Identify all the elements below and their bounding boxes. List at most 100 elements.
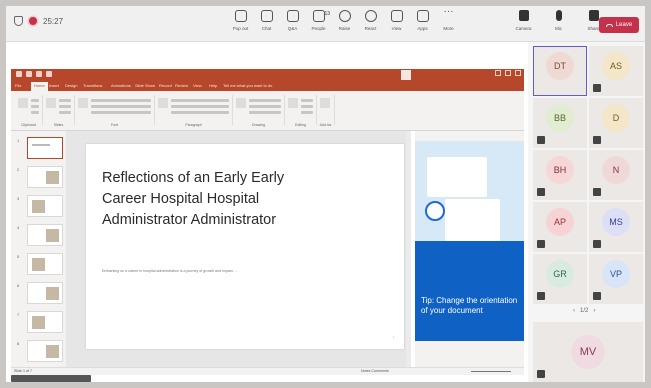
ribbon-command[interactable] (31, 111, 39, 114)
undo-icon[interactable] (26, 71, 32, 77)
participant-tile[interactable]: AS (589, 46, 643, 96)
participant-tile[interactable]: AP (533, 202, 587, 252)
ribbon-command[interactable] (59, 99, 71, 102)
ribbon-command[interactable] (31, 99, 39, 102)
participant-tile[interactable]: N (589, 150, 643, 200)
ribbon-tab[interactable]: Tell me what you want to do (223, 83, 272, 88)
participant-tile[interactable]: MV (533, 322, 643, 382)
slide-thumbnail[interactable]: 7 (17, 311, 63, 333)
people-button[interactable]: 13 People (306, 10, 331, 31)
ribbon-command[interactable] (59, 111, 71, 114)
qa-button[interactable]: Q&A (280, 10, 305, 31)
close-icon[interactable] (515, 70, 521, 76)
ribbon-command[interactable] (91, 105, 151, 108)
slide-title[interactable]: Reflections of an Early Early Career Hos… (102, 168, 322, 231)
ribbon-command[interactable] (91, 111, 151, 114)
mic-button[interactable]: Mic (541, 10, 576, 31)
camera-button[interactable]: Camera (506, 10, 541, 31)
ribbon-tab[interactable]: File (15, 83, 21, 88)
restore-icon[interactable] (505, 70, 511, 76)
participant-avatar: VP (602, 260, 630, 288)
raise-hand-button[interactable]: Raise (332, 10, 357, 31)
ribbon-command[interactable] (301, 105, 313, 108)
camera-icon (518, 10, 529, 21)
participant-avatar: D (602, 104, 630, 132)
current-slide[interactable]: Reflections of an Early Early Career Hos… (86, 144, 404, 349)
slide-thumbnail[interactable]: 3 (17, 195, 63, 217)
ribbon-tab[interactable]: Insert (49, 83, 59, 88)
ribbon-command-icon[interactable] (236, 98, 246, 108)
ribbon-command-icon[interactable] (46, 98, 56, 108)
slide-thumbnail[interactable]: 2 (17, 166, 63, 188)
tool-label: React (364, 26, 377, 31)
slide-thumbnail[interactable]: 5 (17, 253, 63, 275)
participant-tile[interactable]: VP (589, 254, 643, 304)
participant-initials: BB (553, 113, 566, 123)
slide-thumbnail[interactable]: 1 (17, 137, 63, 159)
ribbon-command[interactable] (249, 99, 281, 102)
ribbon-command-icon[interactable] (18, 98, 28, 108)
leave-button[interactable]: Leave (599, 17, 639, 33)
react-button[interactable]: React (358, 10, 383, 31)
ribbon-command[interactable] (249, 111, 281, 114)
share-icon (588, 10, 599, 21)
powerpoint-titlebar (11, 69, 524, 81)
tool-label: Q&A (287, 26, 298, 31)
gallery-pager[interactable]: ‹ 1/2 › (573, 308, 595, 314)
slide-number: 7 (17, 312, 20, 317)
more-button[interactable]: More (436, 6, 461, 31)
ribbon-command-icon[interactable] (78, 98, 88, 108)
ribbon-command[interactable] (301, 111, 313, 114)
ribbon-tab[interactable]: Design (65, 83, 77, 88)
pop-out-button[interactable]: Pop out (228, 10, 253, 31)
ribbon-tab[interactable]: Slide Show (135, 83, 155, 88)
vertical-scrollbar[interactable] (406, 131, 411, 367)
slide-body[interactable]: Embarking on a career in hospital admini… (102, 269, 272, 274)
ribbon-command-icon[interactable] (320, 98, 330, 108)
slide-thumbnail[interactable]: 8 (17, 340, 63, 362)
account-avatar[interactable] (401, 70, 411, 80)
pager-next-icon[interactable]: › (593, 308, 595, 314)
redo-icon[interactable] (36, 71, 42, 77)
ribbon-command-icon[interactable] (158, 98, 168, 108)
ribbon-command-icon[interactable] (288, 98, 298, 108)
meeting-tools: Pop out Chat Q&A 13 People Raise React View Apps… (228, 6, 462, 31)
notes-comments[interactable]: Notes Comments (361, 369, 389, 373)
participant-tile[interactable]: DT (533, 46, 587, 96)
participant-tile[interactable]: GR (533, 254, 587, 304)
zoom-slider[interactable] (471, 371, 511, 372)
tip-pane: Tip: Change the orientation of your docu… (415, 131, 524, 369)
chat-button[interactable]: Chat (254, 10, 279, 31)
ribbon-tab[interactable]: Review (175, 83, 188, 88)
participant-tile[interactable]: BB (533, 98, 587, 148)
participant-tile[interactable]: D (589, 98, 643, 148)
ribbon-command[interactable] (91, 99, 151, 102)
ribbon-tab[interactable]: Help (209, 83, 217, 88)
ribbon-tab[interactable]: Home (31, 82, 48, 91)
ribbon-tab[interactable]: Transitions (83, 83, 102, 88)
ribbon-command[interactable] (31, 105, 39, 108)
slide-thumbnail[interactable]: 6 (17, 282, 63, 304)
participant-tile[interactable]: MS (589, 202, 643, 252)
view-button[interactable]: View (384, 10, 409, 31)
pager-prev-icon[interactable]: ‹ (573, 308, 575, 314)
ribbon-tab[interactable]: Record (159, 83, 172, 88)
save-icon[interactable] (16, 71, 22, 77)
ribbon-command[interactable] (59, 105, 71, 108)
ribbon-command[interactable] (301, 99, 313, 102)
ribbon-command[interactable] (171, 99, 229, 102)
slide-thumbnail[interactable]: 4 (17, 224, 63, 246)
customize-icon[interactable] (46, 71, 52, 77)
ribbon-tab[interactable]: View (193, 83, 202, 88)
ribbon-command[interactable] (171, 111, 229, 114)
tool-label: More (443, 26, 454, 31)
ribbon-tab[interactable]: Animations (111, 83, 131, 88)
participant-tile[interactable]: BH (533, 150, 587, 200)
minimize-icon[interactable] (495, 70, 501, 76)
apps-button[interactable]: Apps (410, 10, 435, 31)
mic-icon (555, 10, 562, 21)
ribbon-command[interactable] (171, 105, 229, 108)
ribbon-command[interactable] (249, 105, 281, 108)
ribbon-group-label: Add-ins (319, 123, 332, 127)
thumbnail-text (32, 144, 50, 146)
